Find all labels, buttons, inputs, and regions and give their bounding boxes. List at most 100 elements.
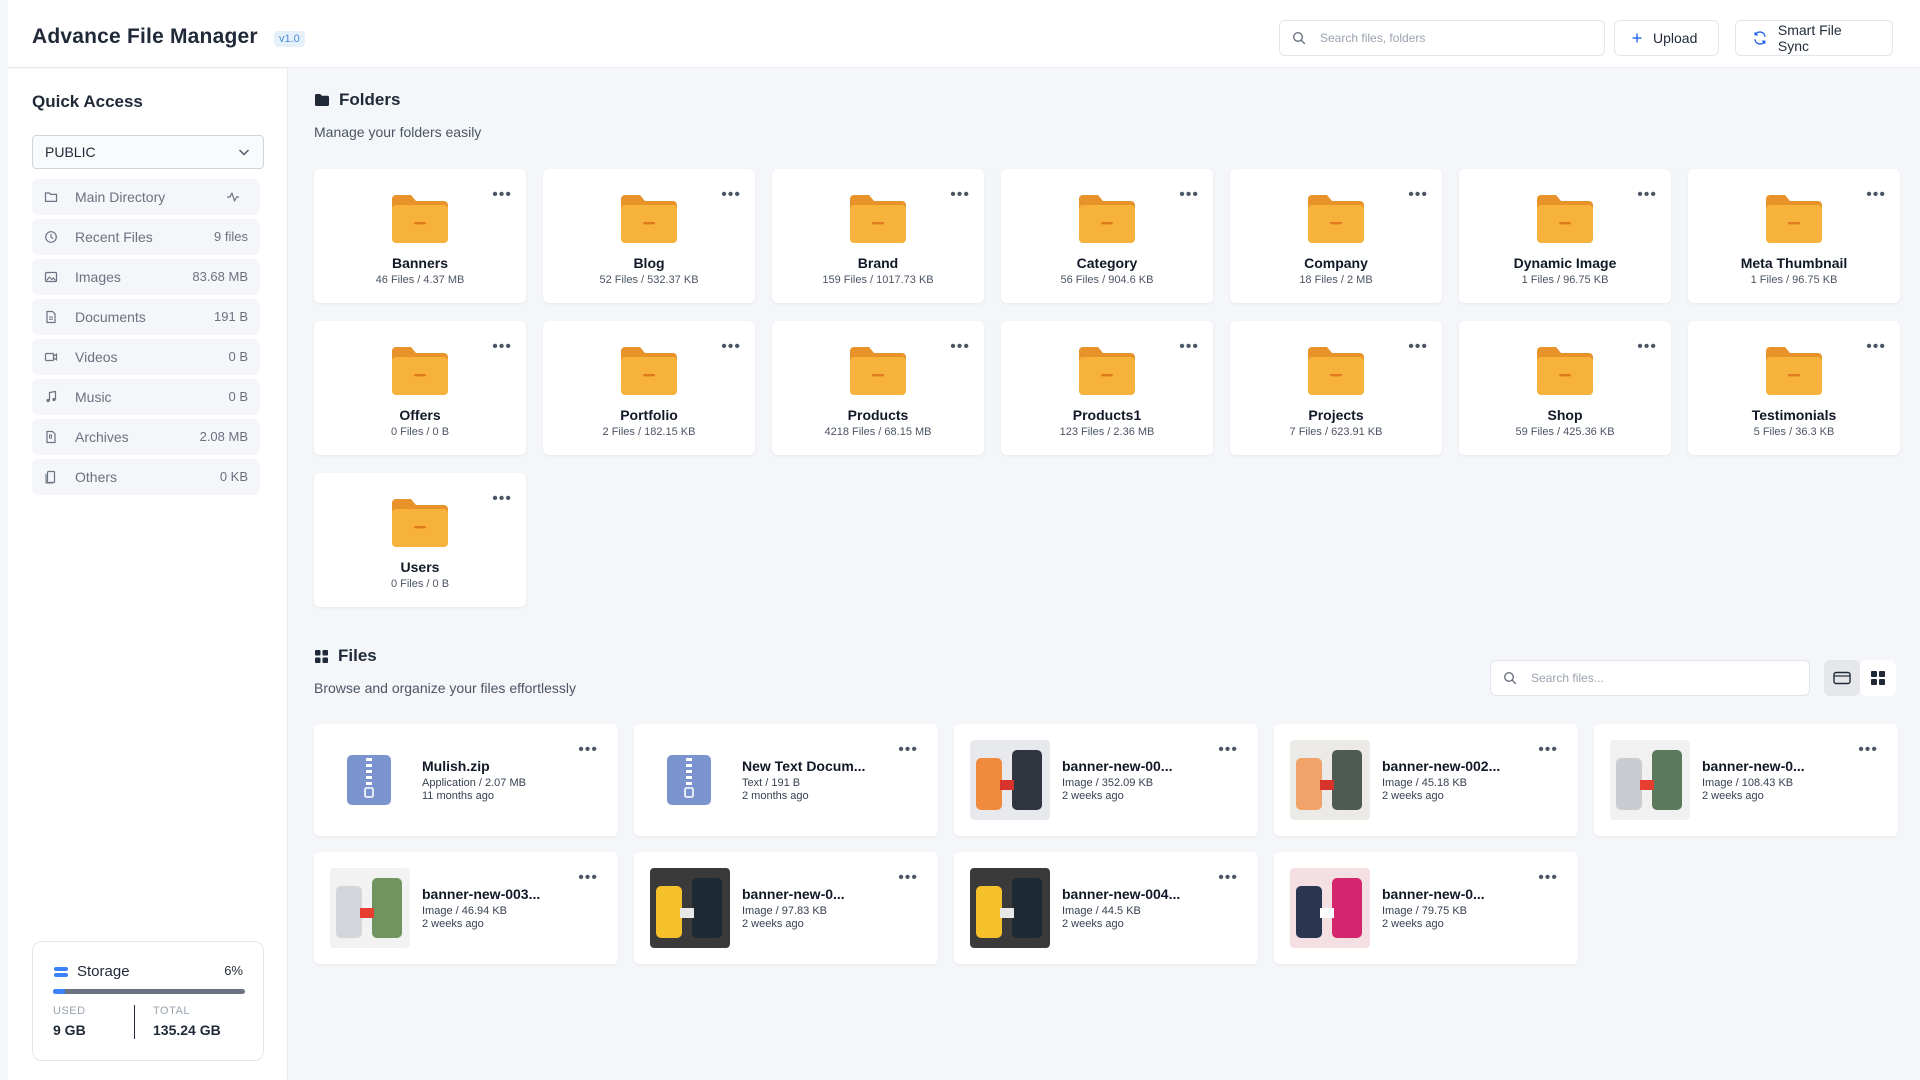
folder-icon (44, 192, 58, 202)
more-options-icon[interactable]: ••• (950, 187, 970, 203)
more-options-icon[interactable]: ••• (492, 187, 512, 203)
more-options-icon[interactable]: ••• (1408, 339, 1428, 355)
folder-card[interactable]: ••• Dynamic Image 1 Files / 96.75 KB (1459, 169, 1671, 303)
file-meta: Image / 108.43 KB (1702, 777, 1794, 789)
folder-meta: 18 Files / 2 MB (1299, 274, 1373, 286)
sidebar-item-documents[interactable]: Documents 191 B (32, 299, 260, 335)
files-title: Files (338, 646, 377, 665)
sidebar-item-images[interactable]: Images 83.68 MB (32, 259, 260, 295)
file-card[interactable]: ••• banner-new-003... Image / 46.94 KB 2 we… (314, 852, 618, 964)
folder-name: Category (1076, 255, 1138, 271)
file-name: banner-new-004... (1062, 886, 1181, 902)
sidebar-item-music[interactable]: Music 0 B (32, 379, 260, 415)
clock-icon (45, 231, 57, 243)
smart-file-sync-button[interactable]: Smart File Sync (1735, 20, 1893, 56)
folder-card[interactable]: ••• Banners 46 Files / 4.37 MB (314, 169, 526, 303)
more-options-icon[interactable]: ••• (578, 870, 598, 886)
folder-card[interactable]: ••• Meta Thumbnail 1 Files / 96.75 KB (1688, 169, 1900, 303)
folder-card[interactable]: ••• Offers 0 Files / 0 B (314, 321, 526, 455)
grid-view-button[interactable] (1860, 660, 1896, 696)
used-caption: USED (53, 1005, 86, 1017)
folder-card[interactable]: ••• Brand 159 Files / 1017.73 KB (772, 169, 984, 303)
folder-card[interactable]: ••• Portfolio 2 Files / 182.15 KB (543, 321, 755, 455)
storage-percent: 6% (224, 963, 243, 978)
more-options-icon[interactable]: ••• (1637, 187, 1657, 203)
more-options-icon[interactable]: ••• (1637, 339, 1657, 355)
storage-select-value: PUBLIC (45, 144, 96, 160)
more-options-icon[interactable]: ••• (578, 742, 598, 758)
more-options-icon[interactable]: ••• (1218, 870, 1238, 886)
more-options-icon[interactable]: ••• (1538, 870, 1558, 886)
more-options-icon[interactable]: ••• (1218, 742, 1238, 758)
file-age: 2 weeks ago (1062, 790, 1124, 802)
folder-icon (1766, 347, 1822, 395)
more-options-icon[interactable]: ••• (721, 339, 741, 355)
more-options-icon[interactable]: ••• (721, 187, 741, 203)
search-icon (1503, 671, 1517, 685)
list-view-button[interactable] (1824, 660, 1860, 696)
folder-card[interactable]: ••• Category 56 Files / 904.6 KB (1001, 169, 1213, 303)
folder-icon (1537, 195, 1593, 243)
folder-icon (1079, 347, 1135, 395)
folder-card[interactable]: ••• Company 18 Files / 2 MB (1230, 169, 1442, 303)
folder-name: Portfolio (620, 407, 678, 423)
more-options-icon[interactable]: ••• (898, 742, 918, 758)
file-meta: Image / 352.09 KB (1062, 777, 1154, 789)
more-options-icon[interactable]: ••• (492, 491, 512, 507)
image-thumbnail (650, 868, 730, 948)
files-search-input[interactable] (1531, 661, 1801, 695)
more-options-icon[interactable]: ••• (1179, 339, 1199, 355)
more-options-icon[interactable]: ••• (1179, 187, 1199, 203)
storage-select[interactable]: PUBLIC (32, 135, 264, 169)
more-options-icon[interactable]: ••• (492, 339, 512, 355)
upload-button[interactable]: Upload (1614, 20, 1719, 56)
more-options-icon[interactable]: ••• (898, 870, 918, 886)
file-thumbnail (650, 868, 730, 948)
sidebar-item-videos[interactable]: Videos 0 B (32, 339, 260, 375)
folder-card[interactable]: ••• Projects 7 Files / 623.91 KB (1230, 321, 1442, 455)
folder-card[interactable]: ••• Blog 52 Files / 532.37 KB (543, 169, 755, 303)
sidebar-item-others[interactable]: Others 0 KB (32, 459, 260, 495)
sidebar-item-archives[interactable]: Archives 2.08 MB (32, 419, 260, 455)
more-options-icon[interactable]: ••• (1538, 742, 1558, 758)
file-card[interactable]: ••• banner-new-0... Image / 97.83 KB 2 week… (634, 852, 938, 964)
more-options-icon[interactable]: ••• (950, 339, 970, 355)
folder-meta: 0 Files / 0 B (390, 426, 450, 438)
more-options-icon[interactable]: ••• (1866, 187, 1886, 203)
folder-name: Company (1304, 255, 1368, 271)
file-card[interactable]: ••• banner-new-004... Image / 44.5 KB 2 wee… (954, 852, 1258, 964)
file-meta: Image / 45.18 KB (1382, 777, 1467, 789)
sidebar-item-main-directory[interactable]: Main Directory (32, 179, 260, 215)
global-search-input[interactable] (1320, 21, 1600, 55)
sidebar-item-value: 83.68 MB (192, 269, 248, 284)
file-name: banner-new-0... (1702, 758, 1805, 774)
file-age: 2 weeks ago (1382, 918, 1444, 930)
file-card[interactable]: ••• banner-new-00... Image / 352.09 KB 2 we… (954, 724, 1258, 836)
global-search[interactable] (1279, 20, 1605, 56)
folder-card[interactable]: ••• Shop 59 Files / 425.36 KB (1459, 321, 1671, 455)
sidebar: Quick Access PUBLIC Main Directory Recen… (8, 69, 288, 1080)
folder-icon (392, 499, 448, 547)
more-options-icon[interactable]: ••• (1408, 187, 1428, 203)
sidebar-item-value: 0 KB (219, 469, 248, 484)
file-name: banner-new-003... (422, 886, 541, 902)
sidebar-item-recent-files[interactable]: Recent Files 9 files (32, 219, 260, 255)
file-card[interactable]: ••• banner-new-0... Image / 108.43 KB 2 wee… (1594, 724, 1898, 836)
file-meta: Application / 2.07 MB (422, 777, 526, 789)
file-card[interactable]: ••• New Text Docum... Text / 191 B2 months… (634, 724, 938, 836)
file-card[interactable]: ••• banner-new-0... Image / 79.75 KB 2 week… (1274, 852, 1578, 964)
file-card[interactable]: ••• Mulish.zip Application / 2.07 MB 11 mon… (314, 724, 618, 836)
more-options-icon[interactable]: ••• (1858, 742, 1878, 758)
folder-name: Meta Thumbnail (1740, 255, 1848, 271)
folder-card[interactable]: ••• Products1 123 Files / 2.36 MB (1001, 321, 1213, 455)
folder-meta: 0 Files / 0 B (390, 578, 450, 590)
more-options-icon[interactable]: ••• (1866, 339, 1886, 355)
folder-card[interactable]: ••• Users 0 Files / 0 B (314, 473, 526, 607)
sidebar-item-label: Main Directory (75, 189, 166, 205)
folder-name: Shop (1547, 407, 1583, 423)
folder-card[interactable]: ••• Products 4218 Files / 68.15 MB (772, 321, 984, 455)
folder-name: Brand (857, 255, 899, 271)
file-card[interactable]: ••• banner-new-002... Image / 45.18 KB 2 we… (1274, 724, 1578, 836)
files-search[interactable] (1490, 660, 1810, 696)
folder-card[interactable]: ••• Testimonials 5 Files / 36.3 KB (1688, 321, 1900, 455)
